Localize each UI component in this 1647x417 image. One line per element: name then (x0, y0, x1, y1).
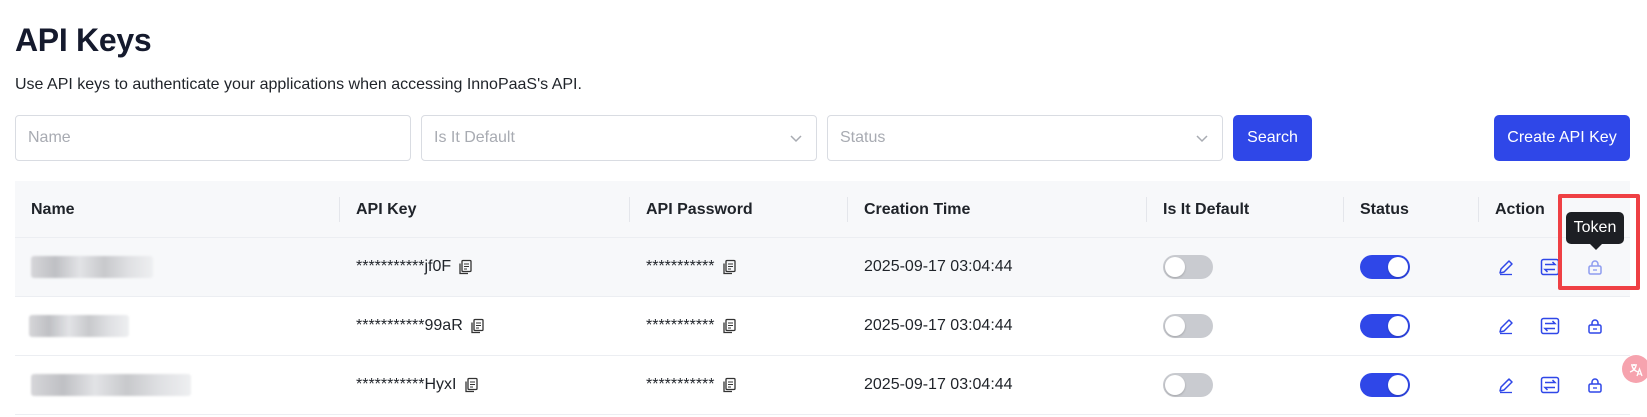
api-password-cell: *********** (646, 238, 737, 296)
table-row: ***********99aR *********** 2025-09-17 0… (15, 297, 1630, 356)
is-default-filter-select[interactable]: Is It Default (421, 115, 817, 161)
column-header-action: Action (1495, 200, 1545, 218)
is-default-toggle[interactable] (1163, 373, 1213, 397)
table-header: Name API Key API Password Creation Time … (15, 181, 1630, 238)
name-filter-placeholder: Name (28, 129, 71, 146)
create-api-key-button[interactable]: Create API Key (1494, 115, 1630, 161)
is-default-filter-placeholder: Is It Default (434, 129, 515, 146)
creation-time-cell: 2025-09-17 03:04:44 (864, 376, 1013, 393)
column-header-api-password: API Password (646, 200, 753, 218)
api-password-value: *********** (646, 317, 715, 334)
api-key-value: ***********HyxI (356, 376, 457, 393)
api-key-cell: ***********jf0F (356, 238, 473, 296)
lock-icon[interactable] (1584, 374, 1606, 396)
name-filter-input[interactable]: Name (15, 115, 411, 161)
column-header-creation-time: Creation Time (864, 200, 971, 218)
column-header-status: Status (1360, 200, 1409, 218)
copy-icon[interactable] (721, 318, 737, 334)
status-toggle[interactable] (1360, 255, 1410, 279)
column-divider (629, 197, 630, 222)
api-password-cell: *********** (646, 356, 737, 414)
redacted-key-name (31, 374, 191, 396)
switch-icon[interactable] (1539, 374, 1561, 396)
toggle-knob (1388, 375, 1408, 395)
copy-icon[interactable] (469, 318, 485, 334)
lock-icon[interactable] (1584, 315, 1606, 337)
column-divider (1146, 197, 1147, 222)
column-divider (847, 197, 848, 222)
column-header-is-default: Is It Default (1163, 200, 1250, 218)
copy-icon[interactable] (457, 259, 473, 275)
status-filter-select[interactable]: Status (827, 115, 1223, 161)
toggle-knob (1165, 375, 1185, 395)
copy-icon[interactable] (721, 259, 737, 275)
creation-time-cell: 2025-09-17 03:04:44 (864, 317, 1013, 334)
is-default-toggle[interactable] (1163, 255, 1213, 279)
column-divider (1343, 197, 1344, 222)
copy-icon[interactable] (721, 377, 737, 393)
edit-icon[interactable] (1495, 315, 1517, 337)
chevron-down-icon (1196, 135, 1208, 143)
status-toggle[interactable] (1360, 314, 1410, 338)
api-password-value: *********** (646, 376, 715, 393)
status-toggle[interactable] (1360, 373, 1410, 397)
api-password-cell: *********** (646, 297, 737, 355)
status-filter-placeholder: Status (840, 129, 886, 146)
column-header-name: Name (31, 200, 75, 218)
page-description: Use API keys to authenticate your applic… (15, 76, 582, 93)
edit-icon[interactable] (1495, 256, 1517, 278)
api-key-cell: ***********99aR (356, 297, 485, 355)
api-keys-table: Name API Key API Password Creation Time … (15, 181, 1630, 415)
page-title: API Keys (15, 22, 152, 58)
chevron-down-icon (790, 135, 802, 143)
api-password-value: *********** (646, 258, 715, 275)
toggle-knob (1165, 316, 1185, 336)
switch-icon[interactable] (1539, 315, 1561, 337)
search-button[interactable]: Search (1233, 115, 1312, 161)
toggle-knob (1388, 257, 1408, 277)
table-row: ***********jf0F *********** 2025-09-17 0… (15, 238, 1630, 297)
column-divider (339, 197, 340, 222)
is-default-toggle[interactable] (1163, 314, 1213, 338)
redacted-key-name (31, 256, 153, 278)
toggle-knob (1388, 316, 1408, 336)
copy-icon[interactable] (463, 377, 479, 393)
column-header-api-key: API Key (356, 200, 417, 218)
api-key-cell: ***********HyxI (356, 356, 479, 414)
table-row: ***********HyxI *********** 2025-09-17 0… (15, 356, 1630, 415)
api-key-value: ***********jf0F (356, 258, 452, 275)
token-tooltip: Token (1566, 212, 1624, 250)
translate-icon[interactable] (1622, 355, 1647, 383)
column-divider (1478, 197, 1479, 222)
api-key-value: ***********99aR (356, 317, 463, 334)
creation-time-cell: 2025-09-17 03:04:44 (864, 258, 1013, 275)
redacted-key-name (29, 315, 129, 337)
toggle-knob (1165, 257, 1185, 277)
edit-icon[interactable] (1495, 374, 1517, 396)
